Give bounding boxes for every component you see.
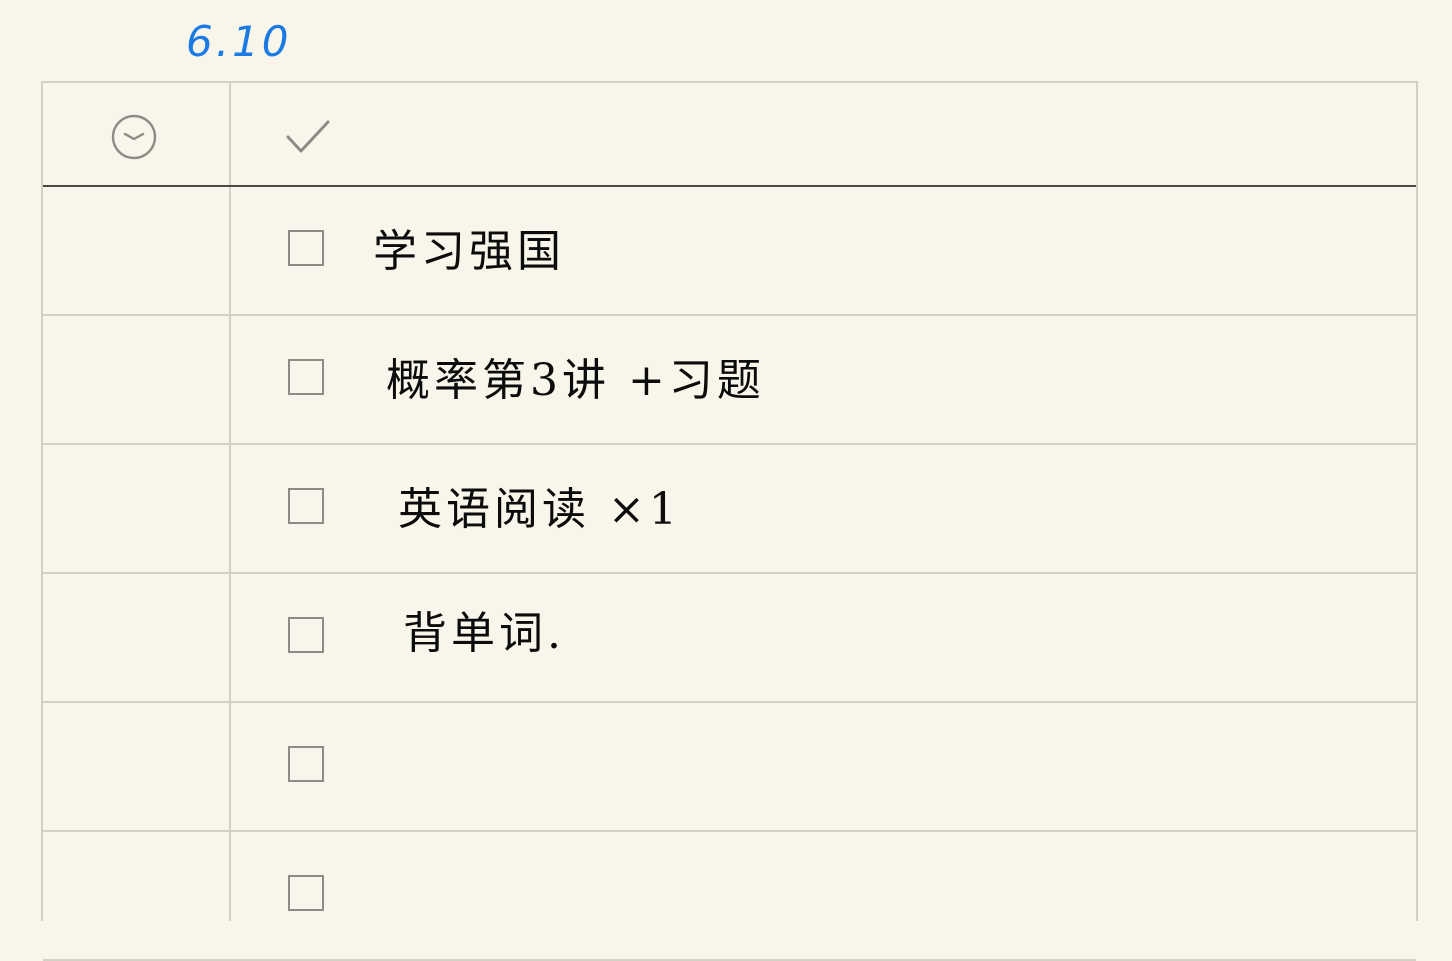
task-row: 背单词. xyxy=(43,574,1416,703)
task-row: 学习强国 xyxy=(43,187,1416,316)
task-text[interactable]: 学习强国 xyxy=(373,222,565,282)
clock-icon xyxy=(111,114,157,160)
task-row xyxy=(43,703,1416,832)
task-checkbox[interactable] xyxy=(288,746,324,782)
todo-sheet: 学习强国 概率第3讲 +习题 英语阅读 ×1 背单词. xyxy=(41,81,1418,961)
task-text[interactable]: 英语阅读 ×1 xyxy=(398,480,681,540)
task-checkbox[interactable] xyxy=(288,875,324,911)
table-header xyxy=(43,83,1416,187)
task-text[interactable]: 背单词. xyxy=(403,604,565,664)
task-text[interactable]: 概率第3讲 +习题 xyxy=(386,351,765,411)
date-label: 6.10 xyxy=(186,17,292,66)
task-checkbox[interactable] xyxy=(288,230,324,266)
task-checkbox[interactable] xyxy=(288,359,324,395)
task-row: 概率第3讲 +习题 xyxy=(43,316,1416,445)
task-checkbox[interactable] xyxy=(288,617,324,653)
checkmark-icon xyxy=(286,120,330,153)
task-row: 英语阅读 ×1 xyxy=(43,445,1416,574)
task-checkbox[interactable] xyxy=(288,488,324,524)
task-row xyxy=(43,832,1416,961)
